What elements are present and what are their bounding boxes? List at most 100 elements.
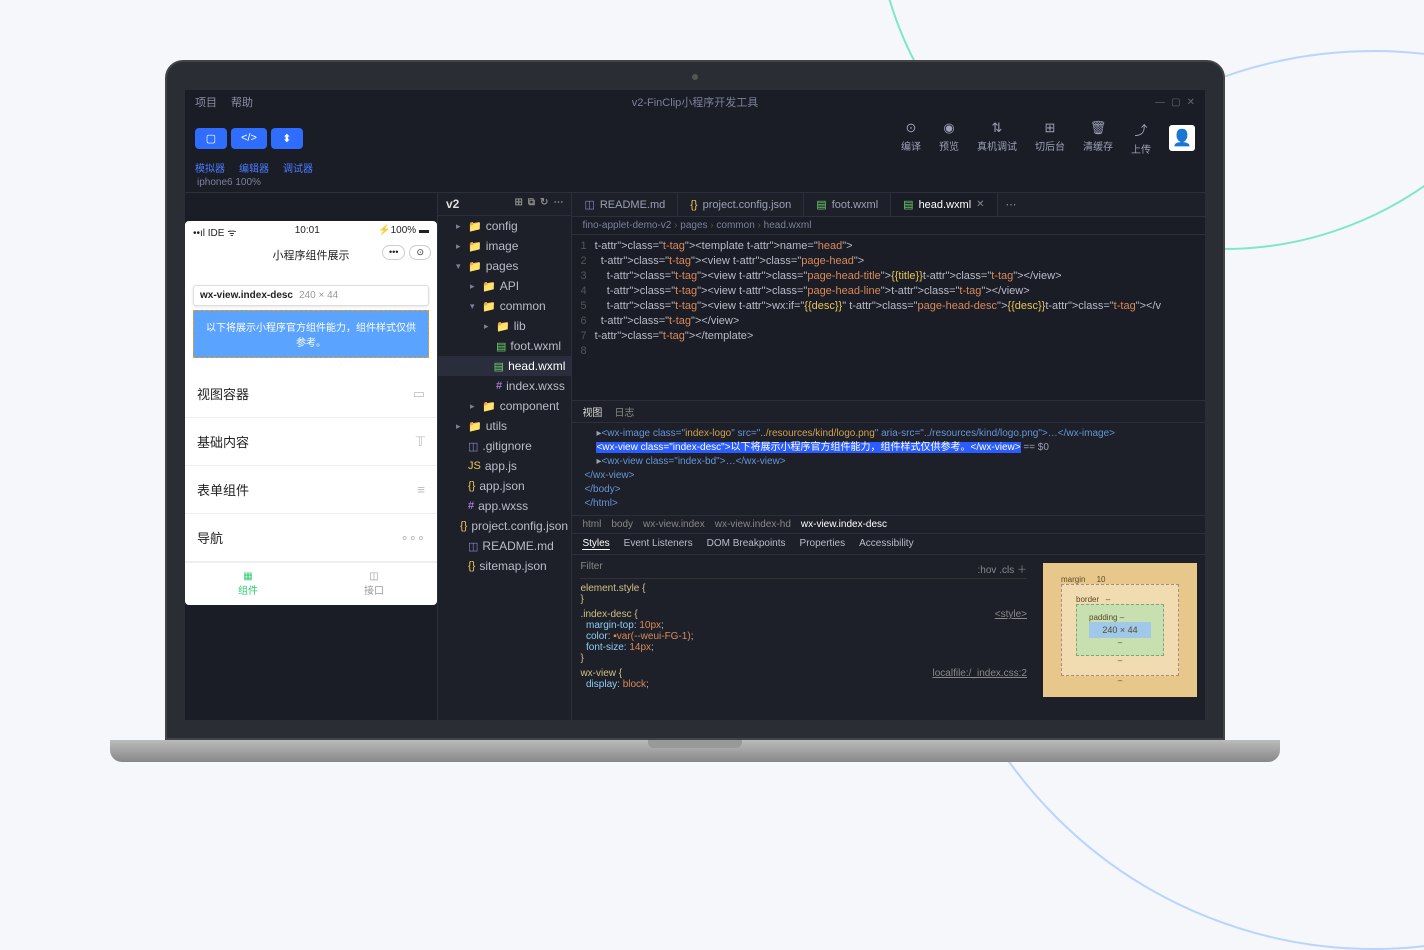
toolbar-上传[interactable]: ⤴上传 bbox=[1131, 120, 1151, 156]
maximize-icon[interactable]: ▢ bbox=[1171, 97, 1180, 108]
breadcrumb: fino-applet-demo-v2pagescommonhead.wxml bbox=[572, 217, 1205, 235]
md-icon: ◫ bbox=[468, 540, 478, 553]
capsule-menu-icon[interactable]: ••• bbox=[382, 245, 405, 260]
list-item[interactable]: 基础内容𝕋 bbox=[185, 418, 437, 466]
wxss-icon: # bbox=[468, 500, 474, 512]
toolbar-debugger-button[interactable]: ⬍ bbox=[271, 128, 303, 149]
inspect-tab-accessibility[interactable]: Accessibility bbox=[859, 538, 913, 550]
editor-tab-foot.wxml[interactable]: ▤foot.wxml bbox=[804, 193, 891, 216]
editor-panel: ◫README.md{}project.config.json▤foot.wxm… bbox=[572, 193, 1205, 720]
dom-crumb-item[interactable]: body bbox=[611, 519, 633, 530]
toolbar-真机调试[interactable]: ⇅真机调试 bbox=[977, 120, 1017, 156]
chevron-icon: 𝕋 bbox=[416, 434, 425, 450]
folder-icon: 📁 bbox=[468, 240, 482, 253]
folder-icon: 📁 bbox=[468, 220, 482, 233]
devtools-tab-console[interactable]: 日志 bbox=[614, 404, 634, 419]
file-node-app.json[interactable]: {}app.json bbox=[438, 476, 571, 496]
file-node-foot.wxml[interactable]: ▤foot.wxml bbox=[438, 336, 571, 356]
wxml-icon: ▤ bbox=[496, 340, 506, 353]
phone-status-right: ⚡100% ▬ bbox=[378, 225, 429, 239]
phone-status-left: ••ıl IDE ᯤ bbox=[193, 225, 236, 239]
inspect-tab-event-listeners[interactable]: Event Listeners bbox=[624, 538, 693, 550]
capsule-close-icon[interactable]: ⊙ bbox=[409, 245, 431, 260]
avatar[interactable]: 👤 bbox=[1169, 125, 1195, 151]
json-icon: {} bbox=[468, 480, 475, 492]
menu-project[interactable]: 项目 bbox=[195, 94, 217, 110]
list-item[interactable]: 导航∘∘∘ bbox=[185, 514, 437, 562]
tab-overflow-icon[interactable]: ⋯ bbox=[998, 193, 1025, 216]
toolbar-切后台[interactable]: ⊞切后台 bbox=[1035, 120, 1065, 156]
minimap[interactable] bbox=[1161, 239, 1205, 396]
ide-app: 项目 帮助 v2-FinClip小程序开发工具 — ▢ ✕ ▢ </> ⬍ ⊙编… bbox=[185, 90, 1205, 720]
inspect-tooltip: wx-view.index-desc240 × 44 bbox=[193, 285, 429, 306]
inspect-tab-styles[interactable]: Styles bbox=[582, 538, 609, 550]
close-tab-icon[interactable]: ✕ bbox=[976, 199, 984, 210]
editor-tab-README.md[interactable]: ◫README.md bbox=[572, 193, 678, 216]
phone-status-time: 10:01 bbox=[295, 225, 320, 239]
toolbar-编译[interactable]: ⊙编译 bbox=[901, 120, 921, 156]
file-node-sitemap.json[interactable]: {}sitemap.json bbox=[438, 556, 571, 576]
json-icon: {} bbox=[690, 199, 697, 211]
laptop-frame: 项目 帮助 v2-FinClip小程序开发工具 — ▢ ✕ ▢ </> ⬍ ⊙编… bbox=[165, 60, 1225, 762]
phone-tab-接口[interactable]: ◫接口 bbox=[311, 563, 437, 605]
list-item[interactable]: 表单组件≡ bbox=[185, 466, 437, 514]
dom-crumb-item[interactable]: wx-view.index-desc bbox=[801, 519, 887, 530]
dom-crumb-item[interactable]: wx-view.index-hd bbox=[715, 519, 791, 530]
md-icon: ◫ bbox=[468, 440, 478, 453]
editor-tab-head.wxml[interactable]: ▤head.wxml✕ bbox=[891, 193, 997, 216]
folder-icon: 📁 bbox=[482, 400, 496, 413]
menu-help[interactable]: 帮助 bbox=[231, 94, 253, 110]
file-node-image[interactable]: ▸📁image bbox=[438, 236, 571, 256]
close-icon[interactable]: ✕ bbox=[1187, 97, 1195, 108]
toolbar-simulator-button[interactable]: ▢ bbox=[195, 128, 227, 149]
editor-tab-project.config.json[interactable]: {}project.config.json bbox=[678, 193, 804, 216]
phone-tab-组件[interactable]: ▦组件 bbox=[185, 563, 311, 605]
tree-action-icon[interactable]: ⧉ bbox=[528, 197, 535, 211]
menubar: 项目 帮助 v2-FinClip小程序开发工具 — ▢ ✕ bbox=[185, 90, 1205, 114]
tab-icon: ◫ bbox=[311, 571, 437, 582]
toolbar-预览[interactable]: ◉预览 bbox=[939, 120, 959, 156]
styles-filter-input[interactable]: Filter bbox=[580, 561, 602, 576]
file-node-project.config.json[interactable]: {}project.config.json bbox=[438, 516, 571, 536]
file-node-lib[interactable]: ▸📁lib bbox=[438, 316, 571, 336]
code-editor[interactable]: 12345678 t-attr">class="t-tag"><template… bbox=[572, 235, 1205, 400]
toolbar-icon: 🗑 bbox=[1090, 120, 1107, 136]
file-node-head.wxml[interactable]: ▤head.wxml bbox=[438, 356, 571, 376]
list-item[interactable]: 视图容器▭ bbox=[185, 370, 437, 418]
devtools-tab-elements[interactable]: 视图 bbox=[582, 404, 602, 419]
project-root[interactable]: v2 bbox=[446, 197, 459, 211]
file-node-config[interactable]: ▸📁config bbox=[438, 216, 571, 236]
dom-crumb-item[interactable]: wx-view.index bbox=[643, 519, 705, 530]
styles-hov-cls[interactable]: :hov .cls ＋ bbox=[978, 561, 1027, 576]
simulator-panel: ••ıl IDE ᯤ 10:01 ⚡100% ▬ 小程序组件展示 ••• ⊙ bbox=[185, 193, 437, 720]
file-node-app.wxss[interactable]: #app.wxss bbox=[438, 496, 571, 516]
styles-pane[interactable]: Filter :hov .cls ＋ element.style { } <st… bbox=[572, 555, 1035, 720]
highlighted-element[interactable]: 以下将展示小程序官方组件能力，组件样式仅供参考。 bbox=[193, 310, 429, 358]
toolbar-清缓存[interactable]: 🗑清缓存 bbox=[1083, 120, 1113, 156]
dom-crumb-item[interactable]: html bbox=[582, 519, 601, 530]
inspect-tab-dom-breakpoints[interactable]: DOM Breakpoints bbox=[707, 538, 786, 550]
devtools-panel: 视图 日志 ▸<wx-image class="index-logo" src=… bbox=[572, 400, 1205, 720]
minimize-icon[interactable]: — bbox=[1155, 97, 1165, 108]
tree-action-icon[interactable]: ⋯ bbox=[553, 197, 563, 211]
inspect-tab-properties[interactable]: Properties bbox=[800, 538, 846, 550]
tab-icon: ▦ bbox=[185, 571, 311, 582]
folder-icon: 📁 bbox=[468, 420, 482, 433]
tree-action-icon[interactable]: ⊞ bbox=[515, 197, 523, 211]
file-node-common[interactable]: ▾📁common bbox=[438, 296, 571, 316]
file-node-component[interactable]: ▸📁component bbox=[438, 396, 571, 416]
file-node-index.wxss[interactable]: #index.wxss bbox=[438, 376, 571, 396]
tree-action-icon[interactable]: ↻ bbox=[540, 197, 548, 211]
folder-icon: 📁 bbox=[468, 260, 482, 273]
toolbar-editor-button[interactable]: </> bbox=[231, 128, 267, 149]
file-node-pages[interactable]: ▾📁pages bbox=[438, 256, 571, 276]
file-node-app.js[interactable]: JSapp.js bbox=[438, 456, 571, 476]
file-node-utils[interactable]: ▸📁utils bbox=[438, 416, 571, 436]
file-node-API[interactable]: ▸📁API bbox=[438, 276, 571, 296]
laptop-camera-icon bbox=[692, 74, 698, 80]
dom-tree[interactable]: ▸<wx-image class="index-logo" src="../re… bbox=[572, 423, 1205, 515]
md-icon: ◫ bbox=[584, 198, 594, 211]
file-node-.gitignore[interactable]: ◫.gitignore bbox=[438, 436, 571, 456]
laptop-base bbox=[110, 740, 1280, 762]
file-node-README.md[interactable]: ◫README.md bbox=[438, 536, 571, 556]
